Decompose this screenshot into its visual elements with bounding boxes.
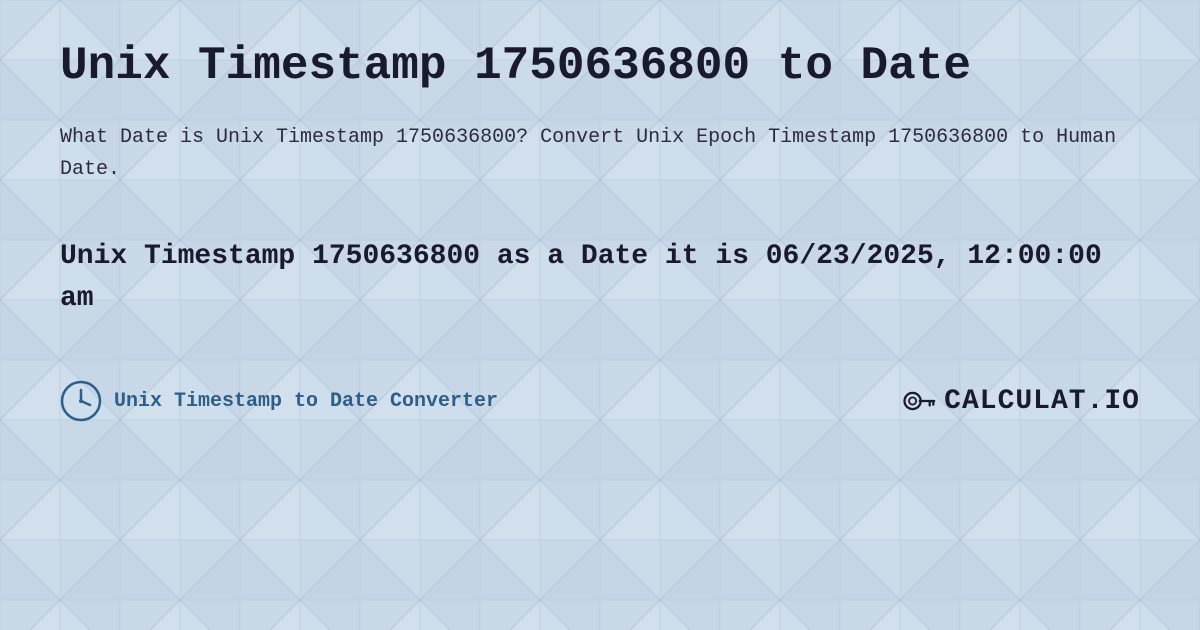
logo-text: CALCULAT.IO (944, 386, 1140, 417)
footer: Unix Timestamp to Date Converter CALCULA… (60, 380, 1140, 422)
clock-icon (60, 380, 102, 422)
footer-left: Unix Timestamp to Date Converter (60, 380, 498, 422)
page-title: Unix Timestamp 1750636800 to Date (60, 40, 1140, 92)
result-text: Unix Timestamp 1750636800 as a Date it i… (60, 236, 1140, 320)
logo-icon (900, 383, 936, 419)
page-description: What Date is Unix Timestamp 1750636800? … (60, 122, 1140, 186)
footer-label: Unix Timestamp to Date Converter (114, 390, 498, 413)
logo-area: CALCULAT.IO (900, 383, 1140, 419)
